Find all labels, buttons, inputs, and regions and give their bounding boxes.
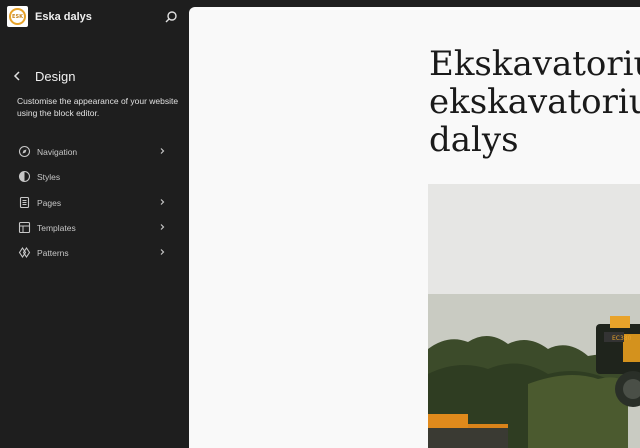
logo-ring: ESK bbox=[9, 8, 26, 25]
navigation-icon bbox=[18, 145, 31, 158]
hero-image[interactable]: EC380 bbox=[428, 184, 640, 448]
nav-item-navigation[interactable]: Navigation bbox=[10, 139, 172, 164]
search-icon[interactable] bbox=[163, 9, 179, 25]
panel-description: Customise the appearance of your website… bbox=[17, 96, 179, 118]
chevron-right-icon bbox=[160, 148, 165, 154]
nav-label: Styles bbox=[37, 172, 61, 183]
pages-icon bbox=[19, 196, 30, 208]
chevron-right-icon bbox=[160, 249, 165, 256]
nav-item-patterns[interactable]: Patterns bbox=[10, 240, 172, 265]
site-header: ESK Eska dalys bbox=[0, 0, 189, 34]
styles-icon bbox=[18, 171, 31, 183]
chevron-right-icon bbox=[160, 223, 165, 230]
back-chevron-icon[interactable] bbox=[9, 67, 25, 85]
page-title[interactable]: Ekskavatorių / r ekskavatorių / b dalys bbox=[429, 45, 640, 159]
excavator-photo: EC380 bbox=[428, 184, 640, 448]
editor-sidebar: ESK Eska dalys Design Customise the appe… bbox=[0, 0, 189, 448]
nav-item-styles[interactable]: Styles bbox=[10, 164, 172, 189]
design-nav: Navigation Styles Pages Templates Patter… bbox=[10, 139, 172, 265]
nav-item-templates[interactable]: Templates bbox=[10, 215, 172, 240]
site-logo[interactable]: ESK bbox=[7, 6, 28, 27]
panel-title: Design bbox=[35, 69, 76, 84]
nav-label: Templates bbox=[37, 222, 76, 233]
templates-icon bbox=[18, 221, 31, 233]
hero-badge: EC380 bbox=[612, 335, 632, 342]
editor-canvas[interactable]: Ekskavatorių / r ekskavatorių / b dalys … bbox=[189, 7, 640, 448]
chevron-right-icon bbox=[160, 198, 165, 205]
panel-header: Design bbox=[0, 64, 189, 88]
patterns-icon bbox=[18, 247, 31, 259]
logo-text: ESK bbox=[12, 13, 23, 20]
nav-item-pages[interactable]: Pages bbox=[10, 190, 172, 215]
nav-label: Pages bbox=[37, 197, 62, 208]
nav-label: Navigation bbox=[37, 147, 78, 157]
nav-label: Patterns bbox=[37, 248, 69, 259]
site-title[interactable]: Eska dalys bbox=[35, 11, 92, 23]
